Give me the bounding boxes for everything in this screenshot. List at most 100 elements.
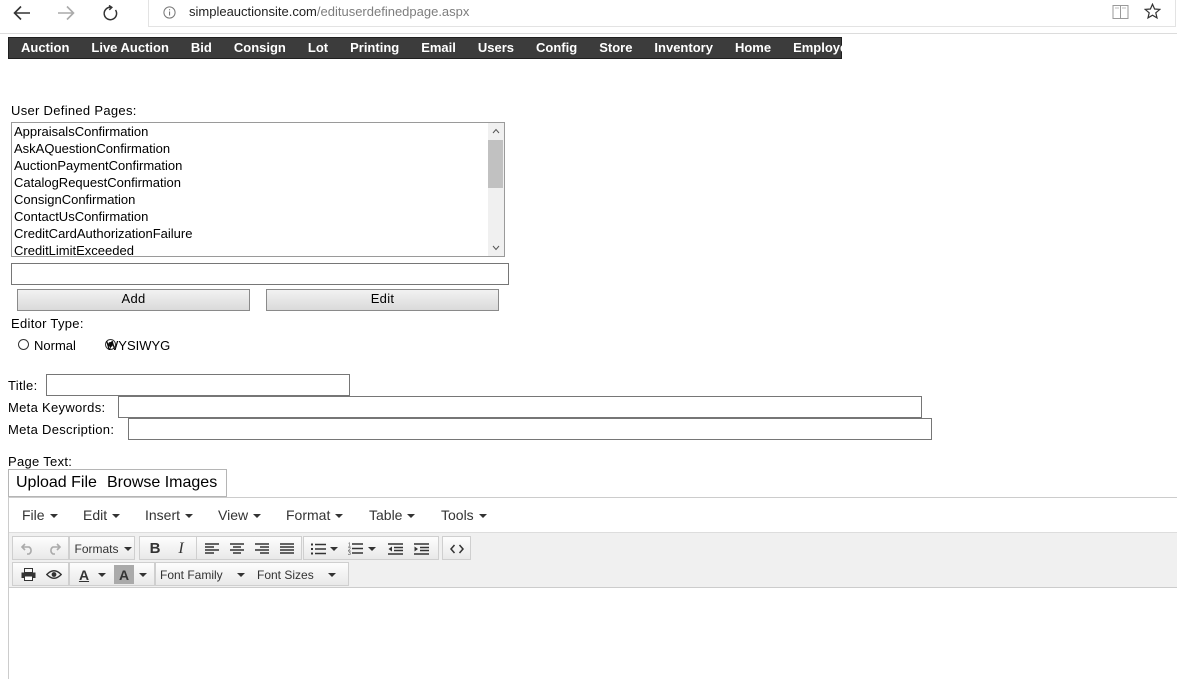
list-item[interactable]: ContactUsConfirmation bbox=[12, 208, 504, 225]
menu-tools[interactable]: Tools bbox=[441, 498, 487, 532]
meta-description-input[interactable] bbox=[128, 418, 932, 440]
caret-down-icon bbox=[123, 546, 132, 551]
user-defined-pages-listbox[interactable]: AppraisalsConfirmation AskAQuestionConfi… bbox=[11, 122, 505, 257]
new-page-name-input[interactable] bbox=[11, 263, 509, 285]
top-menu-employees[interactable]: Employees bbox=[782, 38, 873, 58]
top-menu-live-auction[interactable]: Live Auction bbox=[80, 38, 180, 58]
print-icon[interactable] bbox=[17, 565, 39, 584]
editor-toolbar: Formats B I 123 A A Font Family Font Siz… bbox=[9, 533, 1177, 588]
refresh-icon[interactable] bbox=[96, 0, 124, 26]
caret-down-icon bbox=[368, 546, 376, 551]
editor-content-area[interactable] bbox=[9, 588, 1177, 680]
radio-wysiwyg-label[interactable]: WYSIWYG bbox=[106, 338, 170, 353]
address-bar[interactable]: simpleauctionsite.com/edituserdefinedpag… bbox=[148, 0, 1176, 27]
upload-file-link[interactable]: Upload File bbox=[16, 474, 97, 492]
redo-icon[interactable] bbox=[43, 539, 65, 558]
browse-images-link[interactable]: Browse Images bbox=[107, 474, 217, 492]
menu-view[interactable]: View bbox=[218, 498, 262, 532]
list-item[interactable]: AskAQuestionConfirmation bbox=[12, 140, 504, 157]
top-menu-users[interactable]: Users bbox=[467, 38, 525, 58]
align-right-icon[interactable] bbox=[251, 539, 273, 558]
color-group: A A bbox=[69, 562, 155, 586]
menu-edit[interactable]: Edit bbox=[83, 498, 121, 532]
alignment-group bbox=[196, 536, 302, 560]
top-menu-email[interactable]: Email bbox=[410, 38, 467, 58]
italic-button[interactable]: I bbox=[169, 539, 193, 558]
caret-down-icon bbox=[112, 514, 121, 519]
star-icon[interactable] bbox=[1143, 2, 1162, 23]
formats-dropdown[interactable]: Formats bbox=[69, 536, 135, 560]
bold-button[interactable]: B bbox=[143, 539, 167, 558]
font-family-dropdown[interactable]: Font Family bbox=[160, 565, 248, 584]
list-item[interactable]: AuctionPaymentConfirmation bbox=[12, 157, 504, 174]
bullet-list-icon[interactable] bbox=[307, 539, 329, 558]
top-menu-auction[interactable]: Auction bbox=[10, 38, 80, 58]
info-icon[interactable] bbox=[163, 6, 176, 22]
arrow-right-icon[interactable] bbox=[52, 0, 80, 26]
bullet-list-dropdown[interactable] bbox=[328, 539, 340, 558]
code-icon[interactable] bbox=[445, 539, 468, 558]
meta-keywords-input[interactable] bbox=[118, 396, 922, 418]
undo-icon[interactable] bbox=[17, 539, 39, 558]
font-family-label: Font Family bbox=[160, 567, 223, 582]
font-sizes-label: Font Sizes bbox=[257, 567, 314, 582]
font-sizes-dropdown[interactable]: Font Sizes bbox=[257, 565, 345, 584]
editor-menubar: File Edit Insert View Format Table Tools bbox=[9, 498, 1177, 533]
formats-label: Formats bbox=[74, 541, 119, 556]
top-menu-lot[interactable]: Lot bbox=[297, 38, 339, 58]
top-menu-store[interactable]: Store bbox=[588, 38, 643, 58]
menu-insert[interactable]: Insert bbox=[145, 498, 194, 532]
title-input[interactable] bbox=[46, 374, 350, 396]
editor-type-label: Editor Type: bbox=[11, 316, 84, 331]
radio-normal[interactable] bbox=[18, 339, 29, 350]
history-group bbox=[12, 536, 69, 560]
formats-button[interactable]: Formats bbox=[74, 539, 132, 558]
text-color-dropdown[interactable] bbox=[96, 565, 108, 584]
caret-down-icon bbox=[49, 514, 58, 519]
caret-down-icon bbox=[139, 572, 147, 577]
list-item[interactable]: ConsignConfirmation bbox=[12, 191, 504, 208]
background-color-button[interactable]: A bbox=[114, 565, 134, 584]
align-left-icon[interactable] bbox=[201, 539, 223, 558]
edit-button[interactable]: Edit bbox=[266, 289, 499, 311]
text-style-group: B I bbox=[139, 536, 199, 560]
scrollbar-thumb[interactable] bbox=[488, 140, 503, 188]
chevron-down-icon[interactable] bbox=[492, 245, 500, 251]
top-menu-bid[interactable]: Bid bbox=[180, 38, 223, 58]
caret-down-icon bbox=[236, 572, 245, 577]
menu-insert-label: Insert bbox=[145, 507, 181, 523]
indent-icon[interactable] bbox=[410, 539, 432, 558]
chevron-up-icon[interactable] bbox=[492, 128, 500, 134]
background-color-dropdown[interactable] bbox=[137, 565, 149, 584]
align-justify-icon[interactable] bbox=[276, 539, 298, 558]
radio-normal-label[interactable]: Normal bbox=[34, 338, 76, 353]
menu-table-label: Table bbox=[369, 507, 403, 523]
menu-file[interactable]: File bbox=[22, 498, 58, 532]
numbered-list-icon[interactable]: 123 bbox=[344, 539, 366, 558]
eye-icon[interactable] bbox=[43, 565, 65, 584]
top-menu-home[interactable]: Home bbox=[724, 38, 782, 58]
top-menu-printing[interactable]: Printing bbox=[339, 38, 410, 58]
url-path: /edituserdefinedpage.aspx bbox=[316, 4, 470, 19]
menu-format[interactable]: Format bbox=[286, 498, 344, 532]
add-button[interactable]: Add bbox=[17, 289, 250, 311]
arrow-left-icon[interactable] bbox=[8, 0, 36, 26]
list-item[interactable]: CreditLimitExceeded bbox=[12, 242, 504, 256]
outdent-icon[interactable] bbox=[384, 539, 406, 558]
title-label: Title: bbox=[8, 378, 38, 393]
list-item[interactable]: AppraisalsConfirmation bbox=[12, 123, 504, 140]
book-icon[interactable] bbox=[1112, 4, 1129, 23]
list-item[interactable]: CatalogRequestConfirmation bbox=[12, 174, 504, 191]
caret-down-icon bbox=[253, 514, 262, 519]
numbered-list-dropdown[interactable] bbox=[366, 539, 378, 558]
list-item[interactable]: CreditCardAuthorizationFailure bbox=[12, 225, 504, 242]
menu-view-label: View bbox=[218, 507, 249, 523]
top-menu-inventory[interactable]: Inventory bbox=[643, 38, 724, 58]
align-center-icon[interactable] bbox=[226, 539, 248, 558]
top-menu-consign[interactable]: Consign bbox=[223, 38, 297, 58]
top-menu-config[interactable]: Config bbox=[525, 38, 588, 58]
listbox-scrollbar[interactable] bbox=[488, 123, 504, 256]
url-text: simpleauctionsite.com/edituserdefinedpag… bbox=[189, 4, 469, 19]
text-color-button[interactable]: A bbox=[74, 565, 94, 584]
menu-table[interactable]: Table bbox=[369, 498, 416, 532]
